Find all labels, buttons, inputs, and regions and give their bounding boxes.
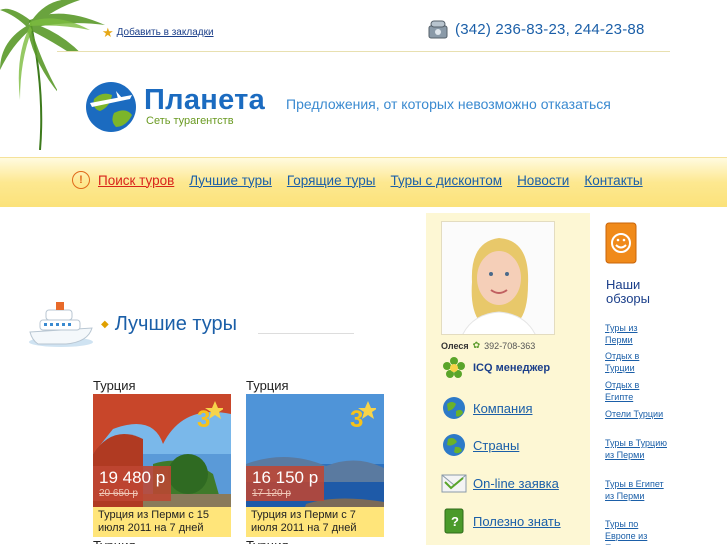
main-navigation: ! Поиск туров Лучшие туры Горящие туры Т… bbox=[72, 171, 658, 189]
telephone-icon bbox=[428, 20, 448, 39]
review-link[interactable]: Отели Турции bbox=[605, 408, 667, 420]
nav-item-search-tours[interactable]: Поиск туров bbox=[98, 173, 174, 188]
reviews-title-line2: обзоры bbox=[606, 291, 651, 306]
review-link-text[interactable]: Отдых в Турции bbox=[605, 351, 639, 373]
globe-icon bbox=[441, 432, 467, 458]
nav-item-discount-tours[interactable]: Туры с дисконтом bbox=[391, 173, 503, 188]
tour-card[interactable]: Турция 3 19 480 р 20 650 р Турция из Пер… bbox=[93, 378, 233, 544]
logo-subtitle: Сеть турагентств bbox=[146, 115, 234, 127]
manager-photo bbox=[441, 221, 555, 335]
review-link[interactable]: Туры по Европе из Перми bbox=[605, 518, 667, 545]
section-divider bbox=[258, 333, 354, 334]
side-link-label[interactable]: On-line заявка bbox=[473, 476, 559, 491]
star-rating-badge-icon: 3 bbox=[350, 401, 376, 433]
cruise-ship-icon bbox=[29, 302, 93, 347]
side-link-useful-info[interactable]: ? Полезно знать bbox=[441, 508, 561, 534]
reviews-title: Наши обзоры bbox=[606, 278, 650, 306]
svg-text:3: 3 bbox=[350, 406, 363, 433]
nav-item-contacts[interactable]: Контакты bbox=[584, 173, 642, 188]
svg-text:3: 3 bbox=[197, 406, 210, 433]
compass-icon: ! bbox=[72, 171, 90, 189]
price-box: 16 150 р 17 120 р bbox=[246, 466, 325, 501]
review-link[interactable]: Туры из Перми bbox=[605, 322, 667, 346]
star-icon: ★ bbox=[102, 25, 114, 40]
icq-flower-icon bbox=[441, 355, 467, 381]
review-link-text[interactable]: Отели Турции bbox=[605, 409, 663, 419]
manager-name: Олеся bbox=[441, 340, 469, 351]
next-tour-country: Турция bbox=[246, 538, 386, 544]
tour-price: 16 150 р bbox=[252, 468, 319, 487]
tour-old-price: 17 120 р bbox=[252, 488, 291, 499]
logo-name: Планета bbox=[144, 84, 266, 116]
icq-manager-link[interactable]: ICQ менеджер bbox=[441, 355, 550, 381]
manager-contact: Олеся ✿ 392-708-363 bbox=[441, 340, 535, 351]
icq-manager-label[interactable]: ICQ менеджер bbox=[473, 362, 550, 374]
review-link-text[interactable]: Туры из Перми bbox=[605, 323, 638, 345]
review-link[interactable]: Отдых в Египте bbox=[605, 379, 667, 403]
bookmark-link[interactable]: ★ Добавить в закладки bbox=[102, 26, 214, 39]
review-link-text[interactable]: Туры в Египет из Перми bbox=[605, 479, 664, 501]
section-title-text: Лучшие туры bbox=[114, 313, 238, 335]
tour-photo[interactable]: 3 16 150 р 17 120 р Турция из Перми с 7 … bbox=[246, 394, 384, 537]
smiley-book-icon bbox=[605, 222, 637, 264]
review-link[interactable]: Туры в Египет из Перми bbox=[605, 478, 667, 502]
tour-caption[interactable]: Турция из Перми с 15 июля 2011 на 7 дней bbox=[93, 507, 231, 537]
tour-photo[interactable]: 3 19 480 р 20 650 р Турция из Перми с 15… bbox=[93, 394, 231, 537]
price-box: 19 480 р 20 650 р bbox=[93, 466, 172, 501]
icq-number: 392-708-363 bbox=[484, 340, 536, 351]
side-link-company[interactable]: Компания bbox=[441, 395, 533, 421]
nav-item-news[interactable]: Новости bbox=[517, 173, 569, 188]
star-rating-badge-icon: 3 bbox=[197, 401, 223, 433]
envelope-icon bbox=[441, 470, 467, 496]
side-link-label[interactable]: Страны bbox=[473, 438, 519, 453]
review-link[interactable]: Туры в Турцию из Перми bbox=[605, 437, 667, 461]
tour-country: Турция bbox=[93, 378, 136, 393]
slogan: Предложения, от которых невозможно отказ… bbox=[286, 96, 611, 112]
side-link-label[interactable]: Полезно знать bbox=[473, 514, 561, 529]
tour-caption[interactable]: Турция из Перми с 7 июля 2011 на 7 дней bbox=[246, 507, 384, 537]
phone-block: (342) 236-83-23, 244-23-88 bbox=[427, 18, 645, 40]
svg-text:?: ? bbox=[451, 514, 459, 529]
side-link-label[interactable]: Компания bbox=[473, 401, 533, 416]
side-link-online-request[interactable]: On-line заявка bbox=[441, 470, 559, 496]
review-link-text[interactable]: Туры по Европе из Перми bbox=[605, 519, 647, 545]
reviews-title-line1: Наши bbox=[606, 277, 641, 292]
bullet-icon: ◆ bbox=[101, 319, 109, 330]
tour-old-price: 20 650 р bbox=[99, 488, 138, 499]
manager-avatar bbox=[442, 222, 554, 334]
side-link-countries[interactable]: Страны bbox=[441, 432, 519, 458]
bookmark-label[interactable]: Добавить в закладки bbox=[117, 27, 214, 38]
review-link-text[interactable]: Отдых в Египте bbox=[605, 380, 639, 402]
globe-icon bbox=[441, 395, 467, 421]
review-link-text[interactable]: Туры в Турцию из Перми bbox=[605, 438, 667, 460]
planet-logo-icon bbox=[86, 82, 136, 132]
book-icon: ? bbox=[441, 508, 467, 534]
tour-card[interactable]: Турция 3 16 150 р 17 120 р Турция из Пер… bbox=[246, 378, 386, 544]
nav-item-best-tours[interactable]: Лучшие туры bbox=[189, 173, 272, 188]
nav-item-hot-tours[interactable]: Горящие туры bbox=[287, 173, 376, 188]
logo[interactable]: Планета Сеть турагентств bbox=[82, 77, 265, 135]
tour-country: Турция bbox=[246, 378, 289, 393]
phone-number: (342) 236-83-23, 244-23-88 bbox=[455, 20, 645, 38]
next-tour-country: Турция bbox=[93, 538, 233, 544]
tour-price: 19 480 р bbox=[99, 468, 166, 487]
review-link[interactable]: Отдых в Турции bbox=[605, 350, 667, 374]
icq-flower-icon: ✿ bbox=[472, 340, 481, 350]
section-title: ◆ Лучшие туры bbox=[101, 313, 237, 336]
